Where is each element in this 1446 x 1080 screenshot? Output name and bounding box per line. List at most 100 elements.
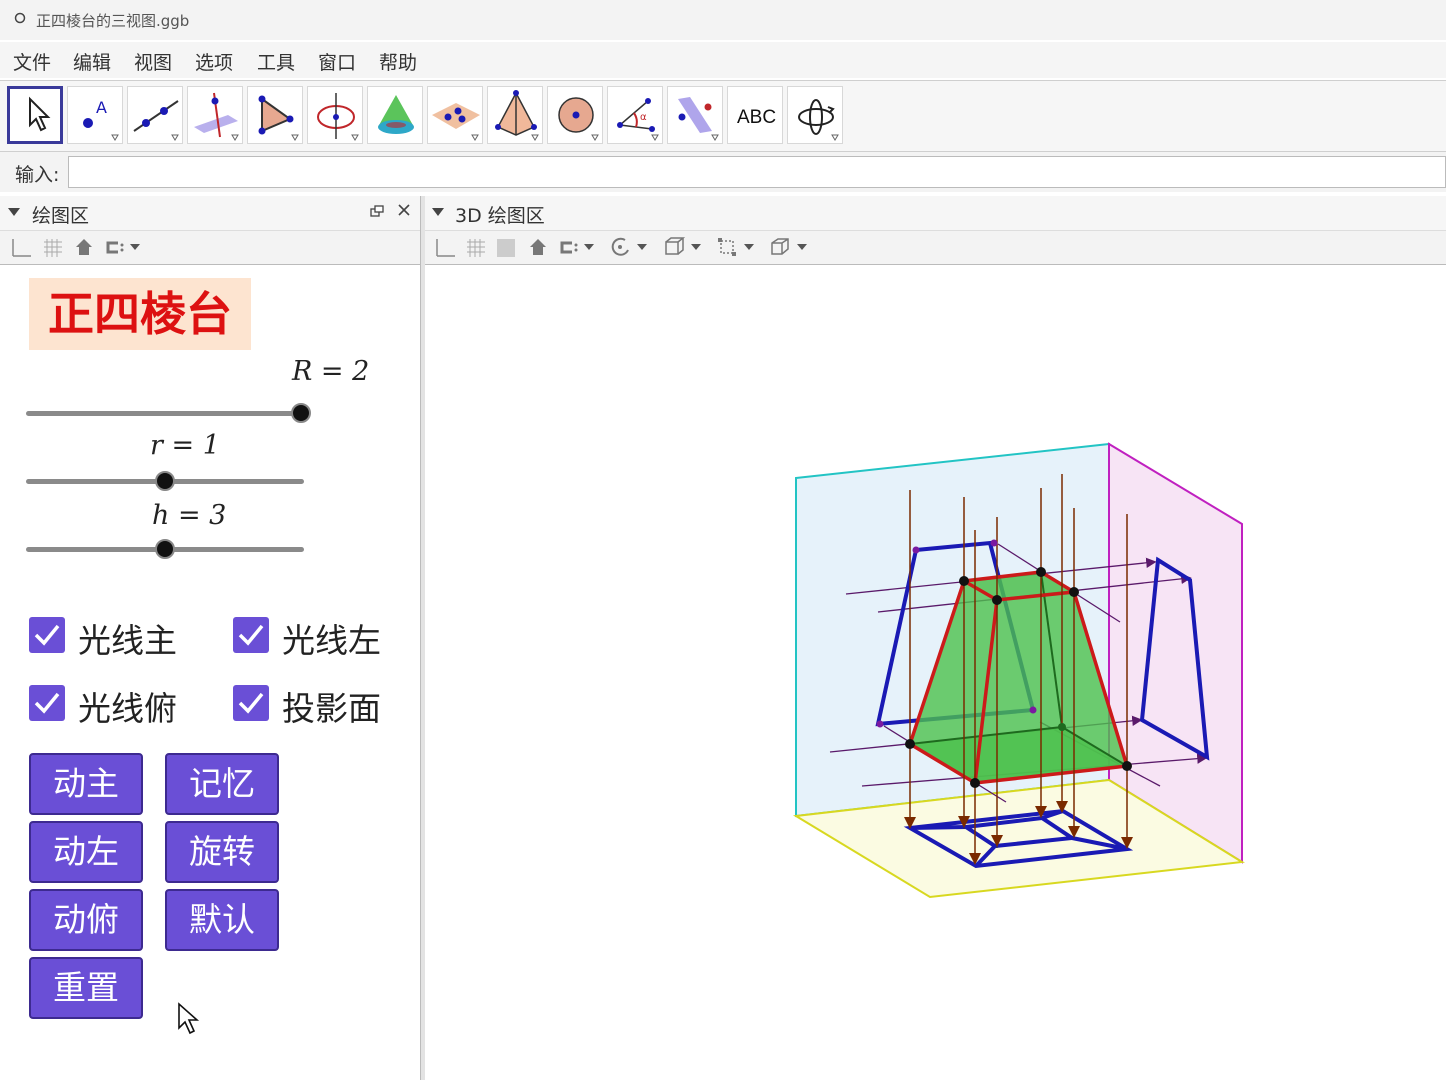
button-default[interactable]: 默认 xyxy=(165,889,279,951)
button-animate-front[interactable]: 动主 xyxy=(29,753,143,815)
axes-toggle-icon[interactable] xyxy=(434,237,456,259)
shape-title-box: 正四棱台 xyxy=(29,278,251,350)
button-animate-top[interactable]: 动俯 xyxy=(29,889,143,951)
tool-polygon[interactable] xyxy=(247,86,303,144)
home-icon[interactable] xyxy=(74,237,94,257)
projection-icon[interactable] xyxy=(716,236,758,258)
button-reset[interactable]: 重置 xyxy=(29,957,143,1019)
tool-line[interactable] xyxy=(127,86,183,144)
menu-file[interactable]: 文件 xyxy=(13,48,51,75)
axes-toggle-icon[interactable] xyxy=(10,237,32,259)
rotate-animation-icon[interactable] xyxy=(609,236,651,258)
input-bar: 输入: xyxy=(0,152,1446,192)
tool-rotate-view[interactable] xyxy=(787,86,843,144)
tool-perpendicular[interactable] xyxy=(187,86,243,144)
slider-R-knob[interactable] xyxy=(291,403,311,423)
checkmark-icon xyxy=(238,624,264,646)
button-memory[interactable]: 记忆 xyxy=(165,753,279,815)
checkbox-left-ray-label: 光线左 xyxy=(282,621,381,660)
cone-icon xyxy=(378,95,414,134)
hidden-vertex xyxy=(1058,723,1066,731)
geogebra-icon xyxy=(14,12,26,24)
menu-bar: 文件 编辑 视图 选项 工具 窗口 帮助 xyxy=(0,42,1446,78)
graphics-panel-header: 绘图区 xyxy=(0,196,420,231)
circle-axis-icon xyxy=(317,93,359,141)
undock-icon[interactable] xyxy=(370,204,384,218)
checkbox-left-ray[interactable] xyxy=(233,617,269,653)
menu-help[interactable]: 帮助 xyxy=(379,48,417,75)
checkbox-top-ray-label: 光线俯 xyxy=(78,689,177,728)
tool-sphere[interactable] xyxy=(547,86,603,144)
tool-move[interactable] xyxy=(7,86,63,144)
checkbox-top-ray[interactable] xyxy=(29,685,65,721)
home-icon[interactable] xyxy=(528,237,548,257)
tool-reflect[interactable] xyxy=(667,86,723,144)
slider-h-label: h = 3 xyxy=(152,500,227,531)
menu-view[interactable]: 视图 xyxy=(134,48,172,75)
menu-tools[interactable]: 工具 xyxy=(257,48,295,75)
slider-r-label: r = 1 xyxy=(150,430,220,461)
tool-angle[interactable]: α xyxy=(607,86,663,144)
clipping-box-icon[interactable] xyxy=(663,236,705,258)
collapse-triangle-icon[interactable] xyxy=(8,208,20,218)
button-animate-left[interactable]: 动左 xyxy=(29,821,143,883)
graphics-panel-title: 绘图区 xyxy=(32,205,90,227)
3d-style-bar xyxy=(425,231,1446,265)
checkmark-icon xyxy=(34,692,60,714)
checkmark-icon xyxy=(238,692,264,714)
angle-icon: α xyxy=(617,98,659,141)
reflect-plane-icon xyxy=(678,97,719,141)
menu-window[interactable]: 窗口 xyxy=(318,48,356,75)
point-capture-icon[interactable] xyxy=(556,237,598,257)
3d-panel-header: 3D 绘图区 xyxy=(425,196,1446,231)
polygon-icon xyxy=(258,95,299,141)
3d-scene xyxy=(792,442,1245,899)
slider-h-knob[interactable] xyxy=(155,539,175,559)
checkbox-main-ray[interactable] xyxy=(29,617,65,653)
slider-R-track[interactable] xyxy=(26,411,304,416)
sphere-icon xyxy=(558,97,599,141)
checkbox-main-ray-label: 光线主 xyxy=(78,621,177,660)
tool-point[interactable]: A xyxy=(67,86,123,144)
shape-title: 正四棱台 xyxy=(48,287,232,341)
mouse-cursor-icon xyxy=(178,1002,200,1035)
button-rotate[interactable]: 旋转 xyxy=(165,821,279,883)
close-icon[interactable] xyxy=(396,202,412,218)
cursor-arrow-icon xyxy=(29,96,51,132)
grid-toggle-icon[interactable] xyxy=(465,237,487,259)
svg-text:A: A xyxy=(96,98,107,117)
tool-cone[interactable] xyxy=(367,86,423,144)
checkbox-projection-plane[interactable] xyxy=(233,685,269,721)
tool-circle-axis[interactable] xyxy=(307,86,363,144)
checkbox-projection-plane-label: 投影面 xyxy=(282,689,381,728)
collapse-triangle-icon[interactable] xyxy=(432,208,444,218)
3d-graphics-view[interactable] xyxy=(425,265,1446,1080)
input-label: 输入: xyxy=(15,164,60,186)
graphics-style-bar xyxy=(0,231,420,265)
slider-r-knob[interactable] xyxy=(155,471,175,491)
line-icon xyxy=(133,100,179,141)
point-icon: A xyxy=(83,98,119,141)
grid-toggle-icon[interactable] xyxy=(42,237,64,259)
toolbar: A α ABC xyxy=(0,80,1446,152)
3d-panel-title: 3D 绘图区 xyxy=(455,205,545,227)
plane-toggle-icon[interactable] xyxy=(495,237,517,259)
menu-options[interactable]: 选项 xyxy=(195,48,233,75)
menu-edit[interactable]: 编辑 xyxy=(73,48,111,75)
input-field[interactable] xyxy=(68,156,1446,188)
pyramid-icon xyxy=(495,90,539,141)
perpendicular-plane-icon xyxy=(194,92,239,141)
tool-plane[interactable] xyxy=(427,86,483,144)
tool-pyramid[interactable] xyxy=(487,86,543,144)
rotate-view-icon xyxy=(798,99,839,141)
text-tool-glyph: ABC xyxy=(737,107,776,128)
checkmark-icon xyxy=(34,624,60,646)
slider-R-label: R = 2 xyxy=(292,356,370,387)
tool-text[interactable]: ABC xyxy=(727,86,783,144)
svg-text:α: α xyxy=(640,112,647,123)
window-title: 正四棱台的三视图.ggb xyxy=(36,12,190,30)
view-direction-icon[interactable] xyxy=(769,236,811,258)
title-bar: 正四棱台的三视图.ggb xyxy=(0,0,1446,40)
text-tool-label: ABC xyxy=(737,107,776,128)
point-capture-icon[interactable] xyxy=(102,237,144,257)
